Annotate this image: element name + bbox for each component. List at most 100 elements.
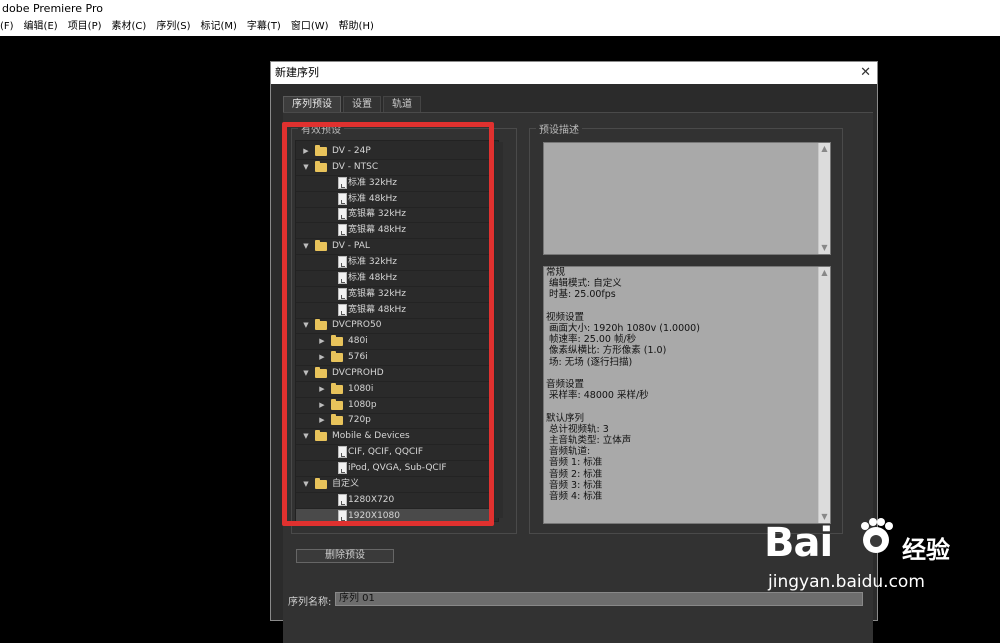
tab-1[interactable]: 设置 bbox=[343, 96, 381, 113]
menu-item[interactable]: 项目(P) bbox=[64, 18, 108, 36]
expand-right-icon[interactable]: ▶ bbox=[318, 398, 326, 413]
tree-folder-row[interactable]: ▶ DV - 24P bbox=[296, 144, 492, 160]
expand-down-icon[interactable]: ▼ bbox=[302, 160, 310, 175]
dialog-titlebar: 新建序列 ✕ bbox=[271, 62, 877, 84]
tree-preset-row[interactable]: 标准 32kHz bbox=[296, 176, 492, 192]
description-line bbox=[546, 368, 700, 379]
scroll-up-icon[interactable]: ▲ bbox=[819, 267, 830, 279]
tree-preset-row[interactable]: 宽银幕 48kHz bbox=[296, 303, 492, 319]
tree-row-label: 标准 32kHz bbox=[348, 256, 398, 267]
tree-folder-row[interactable]: ▼ 自定义 bbox=[296, 477, 492, 493]
tab-2[interactable]: 轨道 bbox=[383, 96, 421, 113]
tree-row-label: DVCPROHD bbox=[332, 367, 384, 378]
expand-right-icon[interactable]: ▶ bbox=[318, 382, 326, 397]
expand-right-icon[interactable]: ▶ bbox=[318, 334, 326, 349]
tree-row-label: DV - NTSC bbox=[332, 161, 379, 172]
scroll-down-icon[interactable]: ▼ bbox=[819, 242, 830, 254]
preset-details-box: 常规 编辑模式: 自定义 时基: 25.00fps 视频设置 画面大小: 1920… bbox=[543, 266, 831, 524]
tree-preset-row[interactable]: CIF, QCIF, QQCIF bbox=[296, 445, 492, 462]
menu-item[interactable]: 编辑(E) bbox=[20, 18, 64, 36]
description-line bbox=[546, 301, 700, 312]
folder-icon bbox=[315, 366, 327, 378]
menu-item[interactable]: 窗口(W) bbox=[287, 18, 335, 36]
details-scrollbar[interactable]: ▲ ▼ bbox=[818, 267, 830, 523]
description-line: 场: 无场 (逐行扫描) bbox=[546, 356, 633, 368]
tree-preset-row[interactable]: 标准 48kHz bbox=[296, 271, 492, 287]
tree-folder-row[interactable]: ▶ 1080p bbox=[296, 398, 492, 414]
folder-icon bbox=[331, 382, 343, 394]
menu-item[interactable]: 字幕(T) bbox=[243, 18, 287, 36]
folder-icon bbox=[315, 477, 327, 489]
description-line: 常规 bbox=[546, 267, 566, 278]
description-line: 音频 3: 标准 bbox=[546, 479, 603, 491]
tree-scrollbar[interactable] bbox=[495, 142, 503, 518]
tab-0[interactable]: 序列预设 bbox=[283, 96, 341, 113]
sequence-name-label: 序列名称: bbox=[288, 597, 332, 608]
preset-tree[interactable]: ▶ DV - 24P ▼ DV - NTSC 标准 32kHz 标准 48kHz 宽银幕 3… bbox=[295, 140, 499, 525]
tree-row-label: 宽银幕 32kHz bbox=[348, 288, 407, 299]
expand-down-icon[interactable]: ▼ bbox=[302, 239, 310, 254]
tree-row-label: Mobile & Devices bbox=[332, 431, 410, 442]
description-line: 音频 1: 标准 bbox=[546, 457, 603, 469]
description-line: 帧速率: 25.00 帧/秒 bbox=[546, 334, 637, 346]
menu-item[interactable]: (F) bbox=[0, 18, 20, 36]
tree-preset-row[interactable]: iPod, QVGA, Sub-QCIF bbox=[296, 461, 492, 477]
tree-preset-row[interactable]: 1280X720 bbox=[296, 493, 492, 509]
menu-item[interactable]: 序列(S) bbox=[152, 18, 196, 36]
tree-folder-row[interactable]: ▶ 1080i bbox=[296, 382, 492, 398]
paw-icon bbox=[861, 518, 893, 553]
expand-right-icon[interactable]: ▶ bbox=[302, 144, 310, 159]
expand-right-icon[interactable]: ▶ bbox=[318, 413, 326, 428]
tree-row-label: 576i bbox=[348, 352, 368, 363]
preset-file-icon bbox=[338, 303, 347, 316]
preset-file-icon bbox=[338, 493, 347, 506]
preset-file-icon bbox=[338, 176, 347, 189]
scroll-up-icon[interactable]: ▲ bbox=[819, 143, 830, 155]
watermark-logo: Bai bbox=[764, 520, 833, 566]
delete-preset-button[interactable]: 删除预设 bbox=[296, 549, 394, 563]
tree-preset-row[interactable]: 标准 48kHz bbox=[296, 192, 492, 208]
tree-row-label: 自定义 bbox=[332, 478, 360, 489]
tree-row-label: 480i bbox=[348, 336, 368, 347]
tree-preset-row[interactable]: 宽银幕 32kHz bbox=[296, 287, 492, 303]
tree-row-label: DV - 24P bbox=[332, 146, 371, 156]
tree-folder-row[interactable]: ▼ DV - NTSC bbox=[296, 160, 492, 176]
description-line: 音频设置 bbox=[546, 379, 585, 390]
description-line: 像素纵横比: 方形像素 (1.0) bbox=[546, 345, 667, 357]
tree-folder-row[interactable]: ▶ 576i bbox=[296, 350, 492, 367]
expand-down-icon[interactable]: ▼ bbox=[302, 429, 310, 444]
menubar: (F) 编辑(E) 项目(P) 素材(C) 序列(S) 标记(M) 字幕(T) 窗口(W) 帮助… bbox=[0, 18, 1000, 36]
tree-folder-row[interactable]: ▼ Mobile & Devices bbox=[296, 429, 492, 446]
expand-down-icon[interactable]: ▼ bbox=[302, 477, 310, 492]
preset-file-icon bbox=[338, 287, 347, 300]
tree-row-label: 宽银幕 32kHz bbox=[348, 209, 407, 220]
tree-folder-row[interactable]: ▶ 480i bbox=[296, 334, 492, 351]
description-line: 视频设置 bbox=[546, 311, 585, 323]
tree-folder-row[interactable]: ▼ DVCPROHD bbox=[296, 366, 492, 382]
folder-icon bbox=[315, 240, 327, 252]
description-line: 画面大小: 1920h 1080v (1.0000) bbox=[546, 323, 700, 334]
expand-right-icon[interactable]: ▶ bbox=[318, 350, 326, 365]
tree-folder-row[interactable]: ▼ DVCPRO50 bbox=[296, 318, 492, 335]
tree-folder-row[interactable]: ▶ 720p bbox=[296, 413, 492, 430]
preset-file-icon bbox=[338, 255, 347, 268]
tree-preset-row[interactable]: 宽银幕 32kHz bbox=[296, 207, 492, 224]
tree-preset-row[interactable]: 宽银幕 48kHz bbox=[296, 223, 492, 240]
tree-row-label: 1080i bbox=[348, 383, 374, 394]
menu-item[interactable]: 帮助(H) bbox=[335, 18, 380, 36]
expand-down-icon[interactable]: ▼ bbox=[302, 318, 310, 333]
description-scrollbar[interactable]: ▲ ▼ bbox=[818, 143, 830, 254]
description-line: 采样率: 48000 采样/秒 bbox=[546, 390, 649, 402]
menu-item[interactable]: 素材(C) bbox=[108, 18, 153, 36]
close-icon[interactable]: ✕ bbox=[860, 62, 871, 84]
description-line: 编辑模式: 自定义 bbox=[546, 278, 622, 290]
tree-row-label: 标准 48kHz bbox=[348, 272, 398, 283]
tree-folder-row[interactable]: ▼ DV - PAL bbox=[296, 239, 492, 256]
tree-row-label: 宽银幕 48kHz bbox=[348, 225, 407, 236]
tree-preset-row[interactable]: 1920X1080 bbox=[296, 508, 492, 525]
menu-item[interactable]: 标记(M) bbox=[196, 18, 242, 36]
preset-file-icon bbox=[338, 271, 347, 284]
expand-down-icon[interactable]: ▼ bbox=[302, 366, 310, 381]
folder-icon bbox=[331, 398, 343, 410]
tree-preset-row[interactable]: 标准 32kHz bbox=[296, 255, 492, 271]
